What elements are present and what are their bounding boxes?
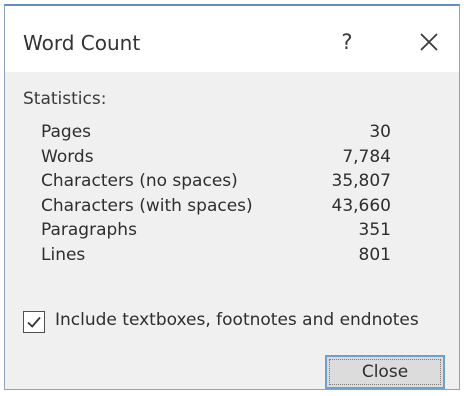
statistics-heading: Statistics: — [23, 89, 107, 109]
stat-value: 801 — [358, 244, 391, 265]
stat-value: 35,807 — [331, 171, 391, 192]
stat-row-pages: Pages 30 — [41, 120, 391, 145]
check-icon — [27, 316, 41, 328]
stat-label: Characters (with spaces) — [41, 195, 253, 216]
include-textboxes-checkbox[interactable] — [23, 311, 45, 333]
stat-row-characters-no-spaces: Characters (no spaces) 35,807 — [41, 169, 391, 194]
help-button[interactable]: ? — [327, 22, 367, 62]
stat-value: 43,660 — [331, 195, 391, 216]
stat-label: Pages — [41, 122, 92, 142]
include-textboxes-label: Include textboxes, footnotes and endnote… — [55, 310, 419, 330]
dialog-title: Word Count — [23, 31, 141, 55]
statistics-list: Pages 30 Words 7,784 Characters (no spac… — [41, 120, 391, 268]
close-icon — [420, 33, 438, 51]
stat-label: Lines — [41, 244, 86, 265]
close-dialog-button[interactable] — [407, 22, 451, 62]
close-button-label: Close — [361, 362, 409, 382]
title-bar: Word Count ? — [5, 6, 459, 72]
stat-label: Characters (no spaces) — [41, 171, 238, 192]
stat-row-paragraphs: Paragraphs 351 — [41, 218, 391, 243]
word-count-dialog: Word Count ? Statistics: Pages 30 Words … — [4, 4, 460, 390]
stat-value: 7,784 — [342, 146, 391, 167]
stat-value: 30 — [369, 122, 391, 142]
stat-row-words: Words 7,784 — [41, 145, 391, 170]
stat-row-characters-with-spaces: Characters (with spaces) 43,660 — [41, 194, 391, 219]
stat-label: Words — [41, 146, 94, 167]
include-textboxes-option[interactable]: Include textboxes, footnotes and endnote… — [23, 308, 455, 336]
stat-value: 351 — [358, 220, 391, 241]
close-button[interactable]: Close — [325, 355, 445, 389]
stat-label: Paragraphs — [41, 220, 137, 241]
stat-row-lines: Lines 801 — [41, 243, 391, 268]
